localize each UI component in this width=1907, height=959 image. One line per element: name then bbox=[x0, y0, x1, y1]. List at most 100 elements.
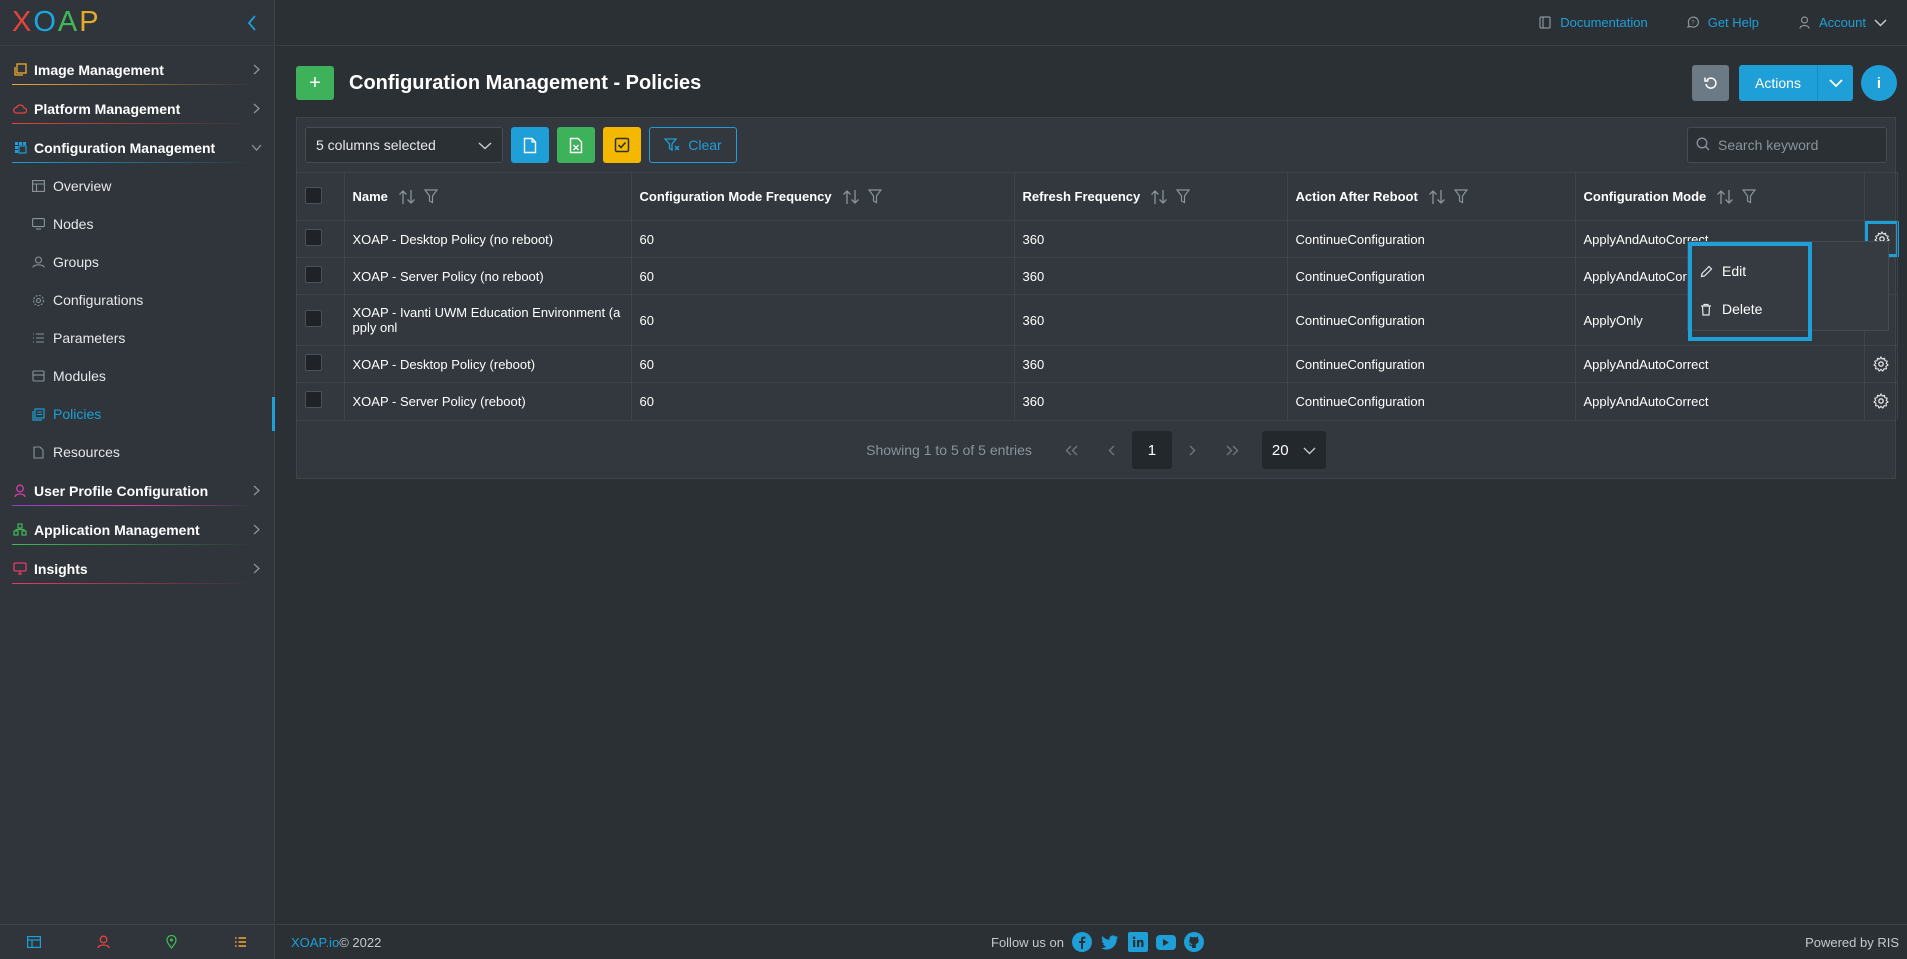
last-page-icon[interactable] bbox=[1212, 431, 1252, 469]
footer-brand-link[interactable]: XOAP.io bbox=[291, 935, 339, 950]
sidebar-item-parameters[interactable]: Parameters bbox=[0, 319, 274, 357]
sort-icon[interactable] bbox=[1428, 189, 1446, 205]
list-icon[interactable] bbox=[232, 933, 250, 951]
sidebar-item-resources[interactable]: Resources bbox=[0, 433, 274, 471]
header-actions: Actions i bbox=[1692, 65, 1897, 101]
filter-icon[interactable] bbox=[867, 189, 882, 204]
cell-configuration-mode-frequency: 60 bbox=[631, 382, 1015, 420]
chevron-right-icon bbox=[250, 64, 262, 76]
export-file-button[interactable] bbox=[511, 127, 549, 163]
delete-menu-item[interactable]: Delete bbox=[1700, 301, 1762, 317]
monitor-icon bbox=[31, 217, 45, 231]
page-header: + Configuration Management - Policies Ac… bbox=[296, 64, 1897, 102]
sort-icon[interactable] bbox=[1716, 189, 1734, 205]
sort-icon[interactable] bbox=[1150, 189, 1168, 205]
add-policy-button[interactable]: + bbox=[296, 66, 334, 100]
column-header-action-after-reboot: Action After Reboot bbox=[1287, 172, 1576, 221]
select-all-checkbox[interactable] bbox=[305, 186, 322, 204]
chevron-right-icon bbox=[250, 103, 262, 115]
page-number-button[interactable]: 1 bbox=[1131, 431, 1172, 469]
user-icon bbox=[1797, 16, 1811, 30]
row-checkbox[interactable] bbox=[305, 266, 322, 283]
sort-icon[interactable] bbox=[842, 189, 860, 205]
actions-dropdown-button[interactable]: Actions bbox=[1739, 65, 1853, 101]
clear-filters-button[interactable]: Clear bbox=[649, 127, 737, 163]
sidebar-item-modules[interactable]: Modules bbox=[0, 357, 274, 395]
nav-section-image-management[interactable]: Image Management bbox=[0, 50, 274, 89]
export-excel-button[interactable] bbox=[557, 127, 595, 163]
table-row: XOAP - Ivanti UWM Education Environment … bbox=[297, 294, 1898, 346]
table-icon bbox=[31, 179, 45, 193]
topbar: Documentation ? Get Help Account bbox=[276, 0, 1907, 46]
sidebar-item-nodes[interactable]: Nodes bbox=[0, 205, 274, 243]
row-checkbox[interactable] bbox=[305, 229, 322, 246]
book-icon bbox=[1538, 16, 1552, 30]
location-icon[interactable] bbox=[163, 933, 181, 951]
next-page-icon[interactable] bbox=[1172, 431, 1212, 469]
section-underline bbox=[12, 583, 254, 584]
cell-configuration-mode-frequency: 60 bbox=[631, 220, 1015, 258]
cell-action-after-reboot: ContinueConfiguration bbox=[1287, 294, 1576, 346]
collapse-sidebar-icon[interactable] bbox=[242, 13, 262, 33]
row-settings-gear-icon[interactable] bbox=[1865, 356, 1897, 372]
github-icon[interactable] bbox=[1183, 932, 1204, 952]
section-underline bbox=[12, 123, 254, 124]
cell-refresh-frequency: 360 bbox=[1014, 220, 1288, 258]
policy-icon bbox=[31, 407, 45, 421]
get-help-link[interactable]: ? Get Help bbox=[1686, 15, 1759, 30]
image-management-icon bbox=[12, 62, 28, 78]
cell-name: XOAP - Desktop Policy (no reboot) bbox=[344, 220, 632, 258]
sidebar-item-overview[interactable]: Overview bbox=[0, 167, 274, 205]
info-button[interactable]: i bbox=[1861, 65, 1897, 101]
linkedin-icon[interactable] bbox=[1127, 932, 1148, 952]
nav-section-platform-management[interactable]: Platform Management bbox=[0, 89, 274, 128]
filter-icon[interactable] bbox=[1176, 189, 1191, 204]
footer-copyright: © 2022 bbox=[339, 934, 382, 950]
documentation-link[interactable]: Documentation bbox=[1538, 15, 1648, 30]
facebook-icon[interactable] bbox=[1071, 932, 1092, 952]
account-menu[interactable]: Account bbox=[1797, 15, 1887, 30]
row-checkbox[interactable] bbox=[305, 354, 322, 371]
section-underline bbox=[12, 162, 254, 163]
sidebar-item-policies[interactable]: Policies bbox=[0, 395, 275, 433]
page-size-select[interactable]: 20 bbox=[1261, 431, 1326, 469]
row-checkbox[interactable] bbox=[305, 391, 322, 409]
pencil-icon bbox=[1700, 265, 1716, 278]
file-icon bbox=[523, 137, 537, 153]
sidebar-item-configurations[interactable]: Configurations bbox=[0, 281, 274, 319]
first-page-icon[interactable] bbox=[1052, 431, 1092, 469]
cell-name: XOAP - Desktop Policy (reboot) bbox=[344, 345, 632, 383]
filter-icon[interactable] bbox=[1742, 189, 1757, 204]
pagination-info: Showing 1 to 5 of 5 entries bbox=[866, 442, 1032, 458]
logo-row: XOAP bbox=[0, 0, 274, 46]
nav-section-application-management[interactable]: Application Management bbox=[0, 510, 274, 549]
columns-select[interactable]: 5 columns selected bbox=[305, 127, 503, 163]
chevron-right-icon bbox=[250, 563, 262, 575]
row-checkbox[interactable] bbox=[305, 310, 322, 327]
select-all-button[interactable] bbox=[603, 127, 641, 163]
user-icon[interactable] bbox=[94, 933, 112, 951]
row-settings-gear-icon[interactable] bbox=[1865, 393, 1897, 410]
user-profile-icon bbox=[12, 483, 28, 499]
sort-icon[interactable] bbox=[398, 189, 416, 205]
refresh-button[interactable] bbox=[1692, 65, 1729, 101]
table-icon[interactable] bbox=[25, 933, 43, 951]
xoap-logo[interactable]: XOAP bbox=[12, 8, 101, 38]
prev-page-icon[interactable] bbox=[1092, 431, 1132, 469]
twitter-icon[interactable] bbox=[1100, 932, 1120, 952]
filter-icon[interactable] bbox=[1453, 189, 1468, 204]
cell-configuration-mode-frequency: 60 bbox=[631, 294, 1015, 346]
edit-menu-item[interactable]: Edit bbox=[1700, 263, 1746, 279]
nav-section-user-profile-configuration[interactable]: User Profile Configuration bbox=[0, 471, 274, 510]
search-input[interactable] bbox=[1718, 137, 1878, 153]
context-menu-highlight bbox=[1688, 242, 1812, 341]
cell-refresh-frequency: 360 bbox=[1014, 382, 1288, 420]
trash-icon bbox=[1700, 303, 1716, 316]
nav-section-configuration-management[interactable]: Configuration Management bbox=[0, 128, 274, 167]
nav-section-insights[interactable]: Insights bbox=[0, 549, 274, 588]
sidebar-item-groups[interactable]: Groups bbox=[0, 243, 274, 281]
filter-icon[interactable] bbox=[423, 189, 438, 204]
youtube-icon[interactable] bbox=[1155, 934, 1176, 950]
column-header-refresh-frequency: Refresh Frequency bbox=[1014, 172, 1288, 221]
cell-configuration-mode: ApplyAndAutoCorrect bbox=[1575, 345, 1865, 383]
